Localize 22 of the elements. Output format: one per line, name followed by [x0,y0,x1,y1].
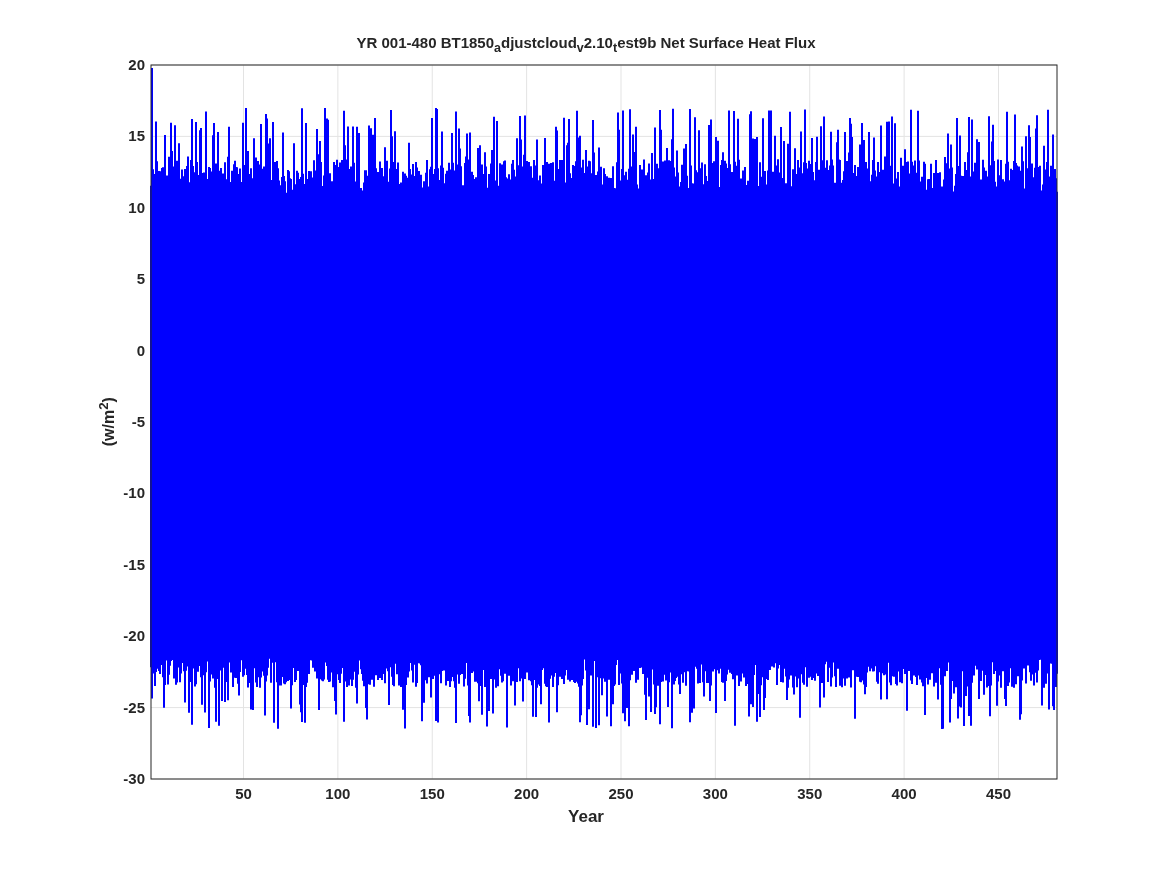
y-tick-label: -20 [123,627,145,645]
y-tick-label: -5 [131,413,145,430]
chart-title: YR 001-480 BT1850$_{a}$djustcloud$_{v}$2.10$_{t}$est9b Net Surface Heat Flux [356,34,816,55]
x-tick-label: 200 [514,785,540,802]
x-tick-label: 50 [235,785,252,802]
x-tick-label: 350 [797,785,823,802]
x-tick-label: 250 [608,785,634,802]
y-tick-label: -30 [123,770,145,787]
y-tick-label: -15 [123,555,145,573]
x-tick-label: 100 [325,785,351,802]
y-tick-label: 10 [128,198,145,216]
x-tick-label: 450 [985,785,1011,802]
x-tick-label: 300 [702,785,728,802]
x-tick-label: 400 [891,785,917,802]
y-tick-label: -10 [123,484,145,502]
y-tick-label: -25 [123,698,145,716]
x-tick-label: 150 [419,785,445,802]
y-tick-label: 20 [128,56,145,73]
x-axis-label: Year [568,807,604,827]
y-tick-label: 15 [128,127,145,145]
y-tick-label: 5 [136,270,145,288]
y-tick-label: 0 [136,341,145,359]
